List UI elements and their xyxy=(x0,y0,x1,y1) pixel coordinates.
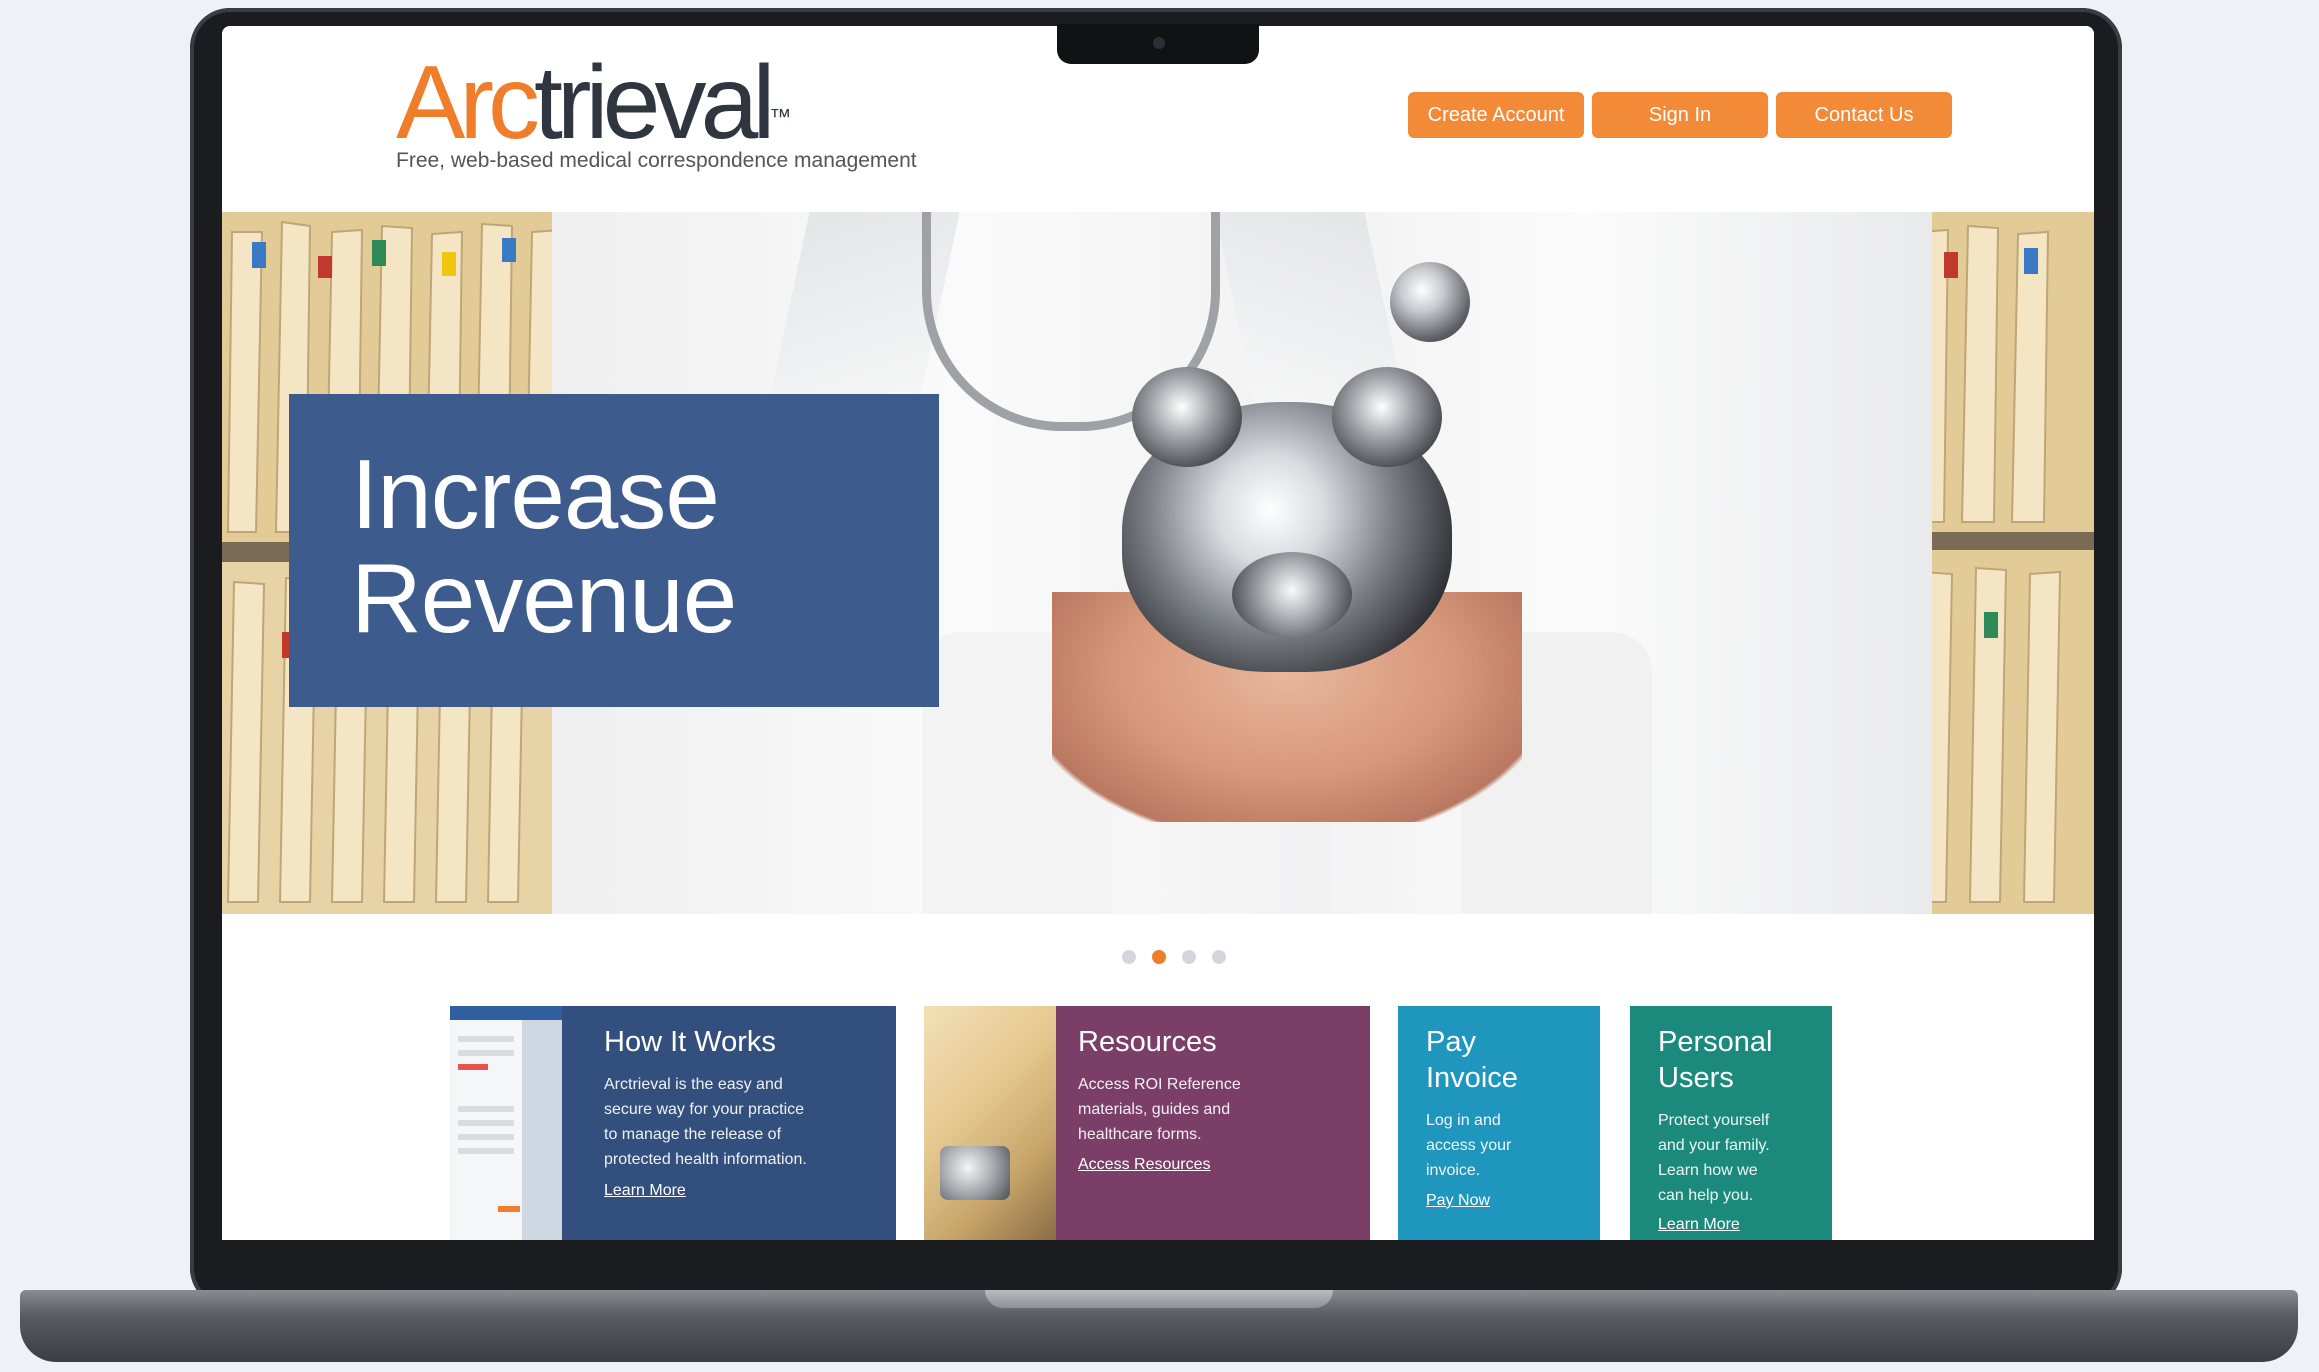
laptop-hinge-notch xyxy=(985,1290,1333,1308)
card-title: Pay Invoice xyxy=(1426,1026,1518,1094)
carousel-dot-2[interactable] xyxy=(1152,950,1166,964)
sign-in-button[interactable]: Sign In xyxy=(1592,92,1768,138)
card-body: Access ROI Reference materials, guides a… xyxy=(1078,1076,1241,1143)
card-body: Protect yourself and your family. Learn … xyxy=(1658,1112,1770,1204)
carousel-dot-4[interactable] xyxy=(1212,950,1226,964)
app-screenshot-thumbnail xyxy=(450,1006,562,1240)
stethoscope-chestpiece xyxy=(1390,262,1470,342)
thumbnail-sidebar xyxy=(522,1020,562,1240)
piggy-ear-left xyxy=(1132,367,1242,467)
file-shelf-right xyxy=(1904,212,2094,914)
logo-arc: Arc xyxy=(396,45,540,161)
card-body: Arctrieval is the easy and secure way fo… xyxy=(604,1076,807,1168)
thumbnail-row xyxy=(458,1064,488,1070)
logo-wordmark: Arctrieval™ xyxy=(396,48,791,158)
card-title: Personal Users xyxy=(1658,1026,1773,1094)
thumbnail-row xyxy=(458,1148,514,1154)
hero-caption: Increase Revenue xyxy=(351,439,737,653)
thumbnail-row xyxy=(458,1106,514,1112)
piggy-bank-icon xyxy=(1122,367,1452,672)
learn-more-link[interactable]: Learn More xyxy=(1658,1216,1740,1234)
laptop-screen: Arctrieval™ Free, web-based medical corr… xyxy=(222,26,2094,1240)
thumbnail-button xyxy=(498,1206,520,1212)
camera-icon xyxy=(1153,37,1165,49)
files-photo xyxy=(924,1006,1056,1240)
how-it-works-card[interactable]: How It Works Arctrieval is the easy and … xyxy=(450,1006,896,1240)
thumbnail-row xyxy=(458,1036,514,1042)
tagline: Free, web-based medical correspondence m… xyxy=(396,149,917,172)
learn-more-link[interactable]: Learn More xyxy=(604,1182,686,1200)
pay-now-link[interactable]: Pay Now xyxy=(1426,1192,1490,1210)
logo-trieval: trieval xyxy=(534,45,775,161)
laptop-base xyxy=(20,1290,2298,1362)
card-title: How It Works xyxy=(604,1026,776,1058)
carousel-dots xyxy=(1122,950,1226,964)
padlock-icon xyxy=(940,1146,1010,1200)
resources-card[interactable]: Resources Access ROI Reference materials… xyxy=(924,1006,1370,1240)
hero-banner[interactable]: Increase Revenue xyxy=(222,212,2094,914)
arctrieval-logo[interactable]: Arctrieval™ xyxy=(396,48,791,158)
hero-caption-box: Increase Revenue xyxy=(289,394,939,707)
create-account-button[interactable]: Create Account xyxy=(1408,92,1584,138)
header-nav: Create Account Sign In Contact Us xyxy=(1408,92,1952,138)
card-title: Resources xyxy=(1078,1026,1217,1058)
thumbnail-row xyxy=(458,1120,514,1126)
thumbnail-row xyxy=(458,1134,514,1140)
logo-trademark: ™ xyxy=(769,104,792,129)
carousel-dot-3[interactable] xyxy=(1182,950,1196,964)
contact-us-button[interactable]: Contact Us xyxy=(1776,92,1952,138)
card-body: Log in and access your invoice. xyxy=(1426,1112,1512,1179)
pay-invoice-card[interactable]: Pay Invoice Log in and access your invoi… xyxy=(1398,1006,1600,1240)
piggy-snout xyxy=(1232,552,1352,637)
piggy-ear-right xyxy=(1332,367,1442,467)
camera-notch xyxy=(1057,24,1259,64)
access-resources-link[interactable]: Access Resources xyxy=(1078,1156,1211,1174)
thumbnail-row xyxy=(458,1050,514,1056)
personal-users-card[interactable]: Personal Users Protect yourself and your… xyxy=(1630,1006,1832,1240)
thumbnail-titlebar xyxy=(450,1006,562,1020)
carousel-dot-1[interactable] xyxy=(1122,950,1136,964)
